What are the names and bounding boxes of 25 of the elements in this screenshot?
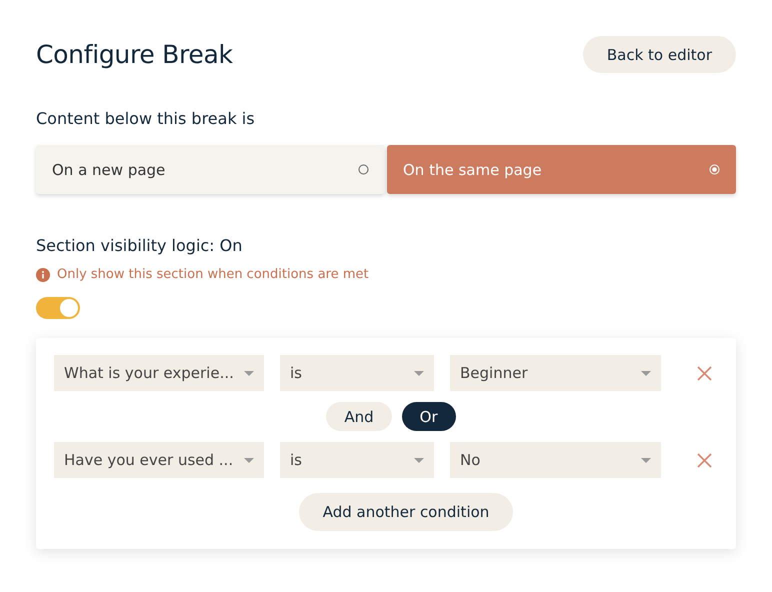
value-dropdown[interactable]: Beginner <box>450 355 661 391</box>
caret-icon <box>414 458 424 462</box>
caret-icon <box>641 458 651 462</box>
close-icon[interactable] <box>697 366 712 380</box>
operator-dropdown[interactable]: is <box>280 355 434 391</box>
operator-dropdown[interactable]: is <box>280 442 434 478</box>
question-dropdown[interactable]: What is your experie... <box>54 355 264 391</box>
back-button[interactable]: Back to editor <box>582 36 736 73</box>
caret-icon <box>244 370 254 376</box>
value-dropdown[interactable]: No <box>450 442 661 478</box>
close-icon[interactable] <box>697 452 712 468</box>
section-label: Section visibility logic: On <box>36 236 244 255</box>
question-dropdown[interactable]: Have you ever used ... <box>54 442 264 478</box>
info-icon <box>36 268 50 282</box>
hint-text: Only show this section when conditions are met <box>57 267 369 282</box>
conjunction-button[interactable]: And <box>326 402 392 431</box>
page-title: Configure Break <box>36 40 233 69</box>
section-label: Content below this break is <box>36 109 256 128</box>
radio-option[interactable]: On a new page <box>36 145 385 194</box>
conjunction-button[interactable]: Or <box>402 402 456 431</box>
caret-icon <box>244 458 254 462</box>
caret-icon <box>641 370 651 376</box>
toggle-switch[interactable] <box>36 297 80 319</box>
add-condition-button[interactable]: Add another condition <box>298 493 514 531</box>
caret-icon <box>414 370 424 376</box>
